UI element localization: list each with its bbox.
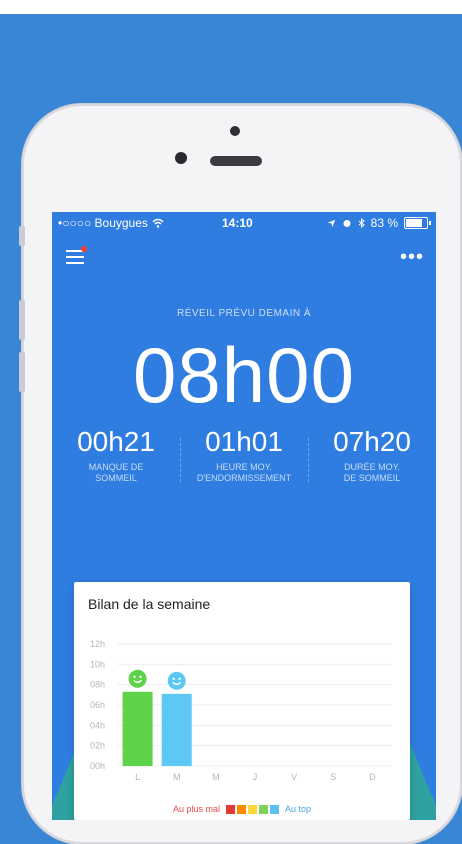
- carrier-label: •○○○○ Bouygues: [58, 216, 148, 230]
- status-right: 83 %: [327, 216, 431, 230]
- alarm-clock-icon: [343, 220, 351, 227]
- x-tick-label: M: [212, 772, 220, 782]
- smiley-icon: [167, 671, 186, 690]
- y-tick-label: 04h: [90, 720, 105, 730]
- stat-value: 00h21: [77, 426, 155, 457]
- legend-swatches: [226, 804, 279, 814]
- more-options-button[interactable]: •••: [400, 246, 424, 269]
- proximity-sensor: [230, 126, 240, 136]
- y-tick-label: 08h: [90, 680, 105, 690]
- background-top-strip: [0, 0, 462, 14]
- notification-dot: [81, 246, 87, 252]
- legend-swatch: [237, 804, 246, 814]
- x-tick-label: J: [253, 772, 258, 782]
- y-tick-label: 10h: [90, 659, 105, 669]
- smiley-icon: [128, 669, 147, 688]
- stat-sleep-duration: 07h20 DURÉE MOY. DE SOMMEIL: [308, 426, 436, 496]
- sleep-stats: 00h21 MANQUE DE SOMMEIL 01h01 HEURE MOY.…: [52, 426, 436, 496]
- stat-label: MANQUE DE SOMMEIL: [88, 462, 144, 483]
- chart-legend: Au plus mal Au top: [74, 804, 410, 814]
- battery-icon: [404, 217, 431, 229]
- legend-worst-label: Au plus mal: [172, 804, 220, 814]
- app-screen: •○○○○ Bouygues 14:10 83 % ••• RÉVEIL PRÉ…: [52, 212, 436, 820]
- alarm-time[interactable]: 08h00: [52, 330, 436, 421]
- legend-swatch: [259, 804, 268, 814]
- y-tick-label: 00h: [90, 761, 105, 771]
- location-icon: [327, 219, 335, 227]
- weekly-summary-card[interactable]: Bilan de la semaine 00h 02h 04h 06h 08h 10h 12…: [74, 582, 410, 820]
- x-tick-label: D: [369, 772, 376, 782]
- stat-value: 01h01: [205, 426, 283, 457]
- mute-switch: [19, 226, 25, 246]
- legend-swatch: [270, 804, 279, 814]
- stat-label: HEURE MOY. D'ENDORMISSEMENT: [196, 462, 292, 483]
- volume-up-button: [19, 300, 25, 340]
- stat-label: DURÉE MOY. DE SOMMEIL: [343, 462, 401, 483]
- y-tick-label: 06h: [90, 700, 105, 710]
- earpiece-speaker: [210, 156, 262, 166]
- battery-percent: 83 %: [370, 216, 398, 230]
- stat-sleep-deficit: 00h21 MANQUE DE SOMMEIL: [52, 426, 180, 496]
- weekly-sleep-chart: 00h 02h 04h 06h 08h 10h 12h L M M J V S D: [90, 639, 392, 782]
- x-tick-label: S: [330, 772, 336, 782]
- clock-time: 14:10: [222, 216, 253, 230]
- wifi-icon: [152, 218, 164, 228]
- alarm-label: RÉVEIL PRÉVU DEMAIN À: [176, 308, 312, 319]
- legend-swatch: [248, 804, 257, 814]
- stat-sleep-onset: 01h01 HEURE MOY. D'ENDORMISSEMENT: [180, 426, 308, 496]
- x-tick-label: L: [135, 772, 140, 782]
- legend-best-label: Au top: [285, 804, 312, 814]
- bluetooth-icon: [358, 218, 365, 228]
- menu-button[interactable]: [66, 250, 84, 268]
- volume-down-button: [19, 352, 25, 392]
- stat-value: 07h20: [333, 426, 411, 457]
- carrier-info: •○○○○ Bouygues: [58, 216, 164, 230]
- bar-1[interactable]: [161, 693, 192, 766]
- screenshot-frame: •○○○○ Bouygues 14:10 83 % ••• RÉVEIL PRÉ…: [0, 0, 462, 844]
- bar-0[interactable]: [122, 691, 153, 766]
- y-tick-label: 12h: [90, 639, 105, 649]
- x-tick-label: V: [291, 772, 297, 782]
- status-bar: •○○○○ Bouygues 14:10 83 %: [52, 212, 436, 234]
- x-tick-label: M: [173, 772, 181, 782]
- legend-swatch: [226, 804, 235, 814]
- y-tick-label: 02h: [90, 741, 105, 751]
- front-camera: [175, 152, 187, 164]
